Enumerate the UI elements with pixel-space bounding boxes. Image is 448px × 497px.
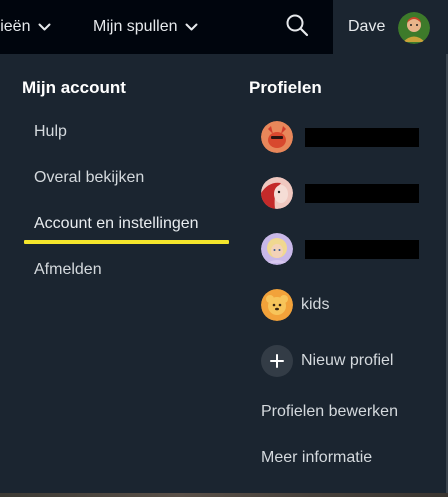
profiles-heading: Profielen <box>249 78 322 97</box>
active-link-underline <box>24 240 229 244</box>
watch-anywhere-link[interactable]: Overal bekijken <box>34 169 144 187</box>
profile-item[interactable] <box>261 177 431 209</box>
avatar <box>261 121 293 153</box>
background-strip <box>0 493 448 497</box>
kids-profile-label: kids <box>301 296 330 313</box>
chevron-down-icon <box>38 23 51 32</box>
my-account-heading: Mijn account <box>22 78 126 97</box>
profile-item[interactable] <box>261 121 431 153</box>
account-settings-link[interactable]: Account en instellingen <box>34 215 199 233</box>
profile-item[interactable] <box>261 233 431 265</box>
profile-menu-tab[interactable]: Dave <box>333 0 448 54</box>
page: orieën Mijn spullen Dave <box>0 0 448 497</box>
avatar <box>261 177 293 209</box>
kids-profile-item[interactable]: kids <box>261 289 431 321</box>
new-profile-button[interactable]: Nieuw profiel <box>261 345 431 377</box>
top-navigation-bar: orieën Mijn spullen Dave <box>0 0 448 54</box>
more-info-link[interactable]: Meer informatie <box>261 449 372 467</box>
avatar <box>261 233 293 265</box>
redacted-profile-name <box>305 184 419 203</box>
categories-menu[interactable]: orieën <box>0 0 51 54</box>
redacted-profile-name <box>305 128 419 147</box>
kids-avatar <box>261 289 293 321</box>
search-icon <box>285 13 309 42</box>
redacted-profile-name <box>305 240 419 259</box>
sign-out-link[interactable]: Afmelden <box>34 261 102 279</box>
avatar <box>398 12 430 44</box>
my-stuff-menu[interactable]: Mijn spullen <box>93 0 198 54</box>
edit-profiles-link[interactable]: Profielen bewerken <box>261 403 398 421</box>
categories-label: orieën <box>0 18 31 35</box>
search-button[interactable] <box>283 13 311 41</box>
chevron-down-icon <box>185 23 198 32</box>
help-link[interactable]: Hulp <box>34 123 67 141</box>
plus-icon <box>261 345 293 377</box>
my-stuff-label: Mijn spullen <box>93 18 178 35</box>
profile-name: Dave <box>348 18 386 35</box>
new-profile-label: Nieuw profiel <box>301 352 394 369</box>
